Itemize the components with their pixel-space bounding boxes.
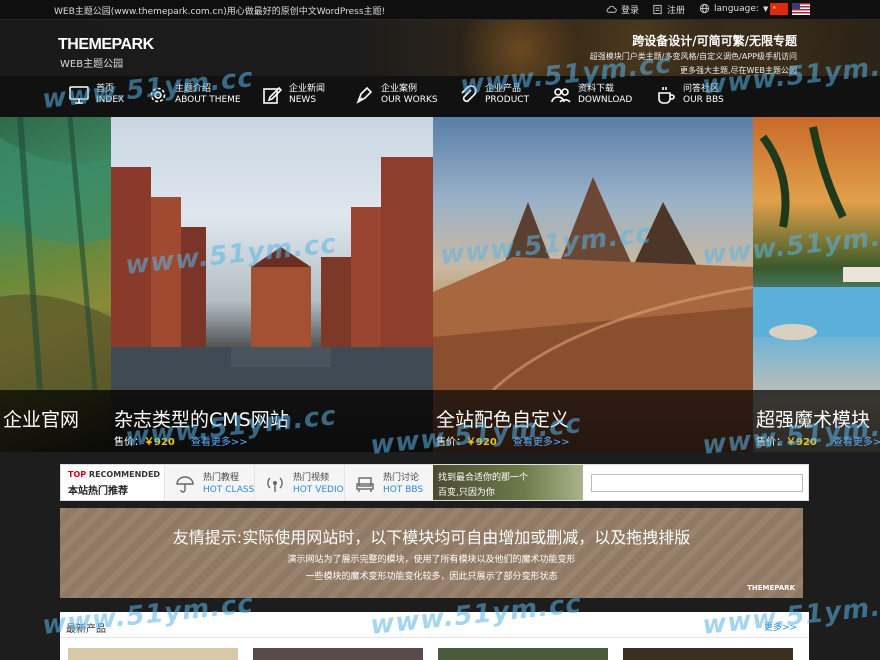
- canal-city-image: [111, 157, 433, 390]
- us-flag-icon[interactable]: [792, 3, 810, 15]
- banner-brand: THEMEPARK: [747, 584, 795, 592]
- umbrella-icon: [176, 476, 194, 493]
- site-logo[interactable]: THEMEPARK WEB主题公园: [58, 36, 154, 70]
- slide-enterprise[interactable]: 企业官网: [0, 117, 111, 452]
- nav-item-download[interactable]: 资料下载 DOWNLOAD: [550, 84, 632, 106]
- pool-villa-image: [753, 126, 880, 340]
- slide-more-link[interactable]: 查看更多>>: [513, 437, 570, 448]
- latest-title: 最新产品: [66, 624, 106, 635]
- slide-price-row: 售价：￥920查看更多>>: [436, 437, 570, 448]
- register-link[interactable]: 注册: [652, 3, 685, 16]
- latest-products: 最新产品 更多>>: [60, 612, 809, 660]
- paperclip-icon: [461, 85, 477, 103]
- pencil-icon: [263, 86, 283, 104]
- content-area: TOP RECOMMENDED 本站热门推荐 热门教程 HOT CLASS 热门视…: [55, 452, 810, 660]
- forest-path-image: [0, 117, 111, 390]
- product-thumb[interactable]: [623, 648, 793, 660]
- product-thumb[interactable]: [438, 648, 608, 660]
- pen-nib-icon: [356, 86, 373, 104]
- notice-line-2: 一些模块的魔术变形功能变化较多，因此只展示了部分变形状态: [305, 572, 558, 582]
- tab-hot-video[interactable]: 热门视频 HOT VEDIO: [255, 465, 345, 500]
- latest-header: 最新产品 更多>>: [60, 612, 809, 638]
- slide-caption: 企业官网: [0, 390, 111, 452]
- slide-price-row: 售价：￥920查看更多>>: [114, 437, 248, 448]
- header-slogan: 跨设备设计/可简可繁/无限专题 超强模块门户类主题/多变风格/自定义调色/APP…: [590, 32, 797, 76]
- slide-price-row: 售价：￥920查看更多>>: [756, 433, 880, 448]
- logo-main-text: THEMEPARK: [58, 36, 154, 53]
- globe-icon: [699, 3, 710, 14]
- tab-hot-class[interactable]: 热门教程 HOT CLASS: [165, 465, 255, 500]
- slide-cms[interactable]: 杂志类型的CMS网站 售价：￥920 查看更多>>: [111, 117, 433, 452]
- slide-title: 杂志类型的CMS网站: [114, 409, 289, 431]
- slide-price: ￥920: [466, 437, 497, 448]
- product-thumb[interactable]: [68, 648, 238, 660]
- logo-sub-text: WEB主题公园: [60, 59, 124, 70]
- monitor-icon: [69, 86, 89, 104]
- latest-more-link[interactable]: 更多>>: [764, 620, 797, 633]
- nav-item-product[interactable]: 企业产品 PRODUCT: [457, 84, 529, 106]
- tab-hot-bbs[interactable]: 热门讨论 HOT BBS: [345, 465, 435, 500]
- slide-magic[interactable]: 超强魔术模块 售价：￥920查看更多>>: [753, 117, 880, 452]
- top-bar: WEB主题公园(www.themepark.com.cn)用心做最好的原创中文W…: [0, 0, 880, 20]
- slide-caption: 杂志类型的CMS网站 售价：￥920 查看更多>>: [111, 390, 433, 452]
- slide-price: ￥920: [786, 437, 817, 448]
- site-notice: WEB主题公园(www.themepark.com.cn)用心做最好的原创中文W…: [54, 7, 386, 17]
- chevron-down-icon: ▼: [762, 4, 769, 13]
- notice-title: 友情提示:实际使用网站时，以下模块均可自由增加或删减，以及拖拽排版: [172, 528, 691, 547]
- slogan-line-3: 更多强大主题,尽在WEB主题公园: [680, 66, 797, 75]
- site-header: THEMEPARK WEB主题公园 跨设备设计/可简可繁/无限专题 超强模块门户…: [0, 20, 880, 76]
- slide-more-link[interactable]: 查看更多>>: [833, 437, 880, 448]
- slide-more-link[interactable]: 查看更多>>: [191, 437, 248, 448]
- broadcast-icon: [267, 477, 283, 492]
- sofa-icon: [356, 477, 374, 492]
- slogan-line-1: 跨设备设计/可简可繁/无限专题: [632, 34, 797, 48]
- cloud-icon: [606, 5, 617, 13]
- recommend-heading: TOP RECOMMENDED 本站热门推荐: [61, 465, 165, 500]
- slide-caption: 超强魔术模块 售价：￥920查看更多>>: [753, 390, 880, 452]
- nav-item-bbs[interactable]: 问答社区 OUR BBS: [655, 84, 724, 106]
- slide-price: ￥920: [144, 437, 175, 448]
- document-icon: [653, 4, 662, 15]
- svg-text:★: ★: [772, 5, 777, 11]
- nav-item-works[interactable]: 企业案例 OUR WORKS: [353, 84, 438, 106]
- coffee-icon: [658, 87, 675, 104]
- login-link[interactable]: 登录: [606, 3, 639, 16]
- recommend-tabs: TOP RECOMMENDED 本站热门推荐 热门教程 HOT CLASS 热门视…: [60, 464, 809, 501]
- china-flag-icon[interactable]: ★: [770, 3, 788, 15]
- nav-item-index[interactable]: 首页 INDEX: [68, 84, 124, 106]
- slide-caption: 全站配色自定义 售价：￥920 查看更多>>: [433, 390, 753, 452]
- users-icon: [551, 88, 571, 103]
- slogan-line-2: 超强模块门户类主题/多变风格/自定义调色/APP级手机访问: [589, 52, 797, 61]
- slide-title: 全站配色自定义: [436, 409, 570, 431]
- nav-item-news[interactable]: 企业新闻 NEWS: [261, 84, 325, 106]
- slide-color[interactable]: 全站配色自定义 售价：￥920 查看更多>>: [433, 117, 753, 452]
- promo-ad-banner[interactable]: 找到最合适你的那一个 百变,只因为你: [433, 465, 583, 500]
- main-nav: 首页 INDEX 主题介绍 ABOUT THEME 企业新闻 NEWS 企业案例 OUR…: [0, 76, 880, 117]
- search-input[interactable]: [591, 474, 803, 492]
- language-selector[interactable]: language: ▼: [699, 3, 768, 14]
- slide-title: 超强魔术模块: [756, 409, 871, 431]
- mountains-image: [433, 177, 753, 390]
- notice-banner: 友情提示:实际使用网站时，以下模块均可自由增加或删减，以及拖拽排版 演示网站为了…: [60, 508, 803, 598]
- product-thumb[interactable]: [253, 648, 423, 660]
- hero-slider: 企业官网 杂志类型的CMS网站 售价：￥920 查看更多>> 全站配色自定义 售…: [0, 117, 880, 452]
- slide-title: 企业官网: [3, 409, 80, 431]
- gear-icon: [150, 87, 166, 103]
- notice-line-1: 演示网站为了展示完整的模块，使用了所有模块以及他们的魔术功能变形: [287, 555, 576, 565]
- nav-item-about[interactable]: 主题介绍 ABOUT THEME: [147, 84, 241, 106]
